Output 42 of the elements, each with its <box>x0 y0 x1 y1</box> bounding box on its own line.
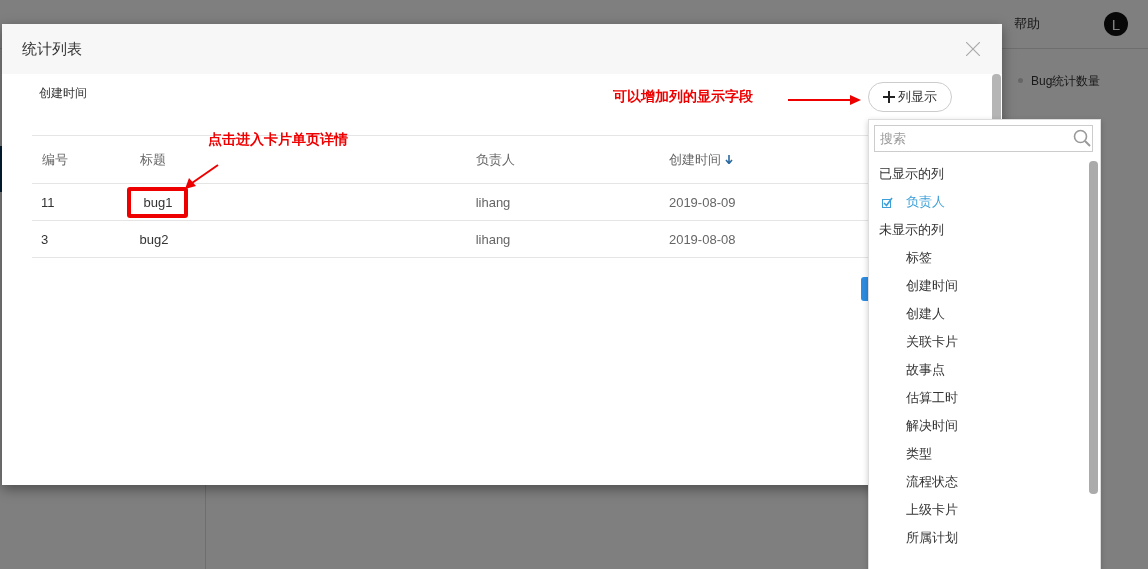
table-cell: lihang <box>475 231 511 247</box>
table-cell: 3 <box>41 231 49 247</box>
column-option[interactable]: 解决时间 <box>869 412 1100 440</box>
column-option[interactable]: 所属计划 <box>869 524 1100 552</box>
search-icon[interactable] <box>1073 129 1091 147</box>
table-cell: 2019-08-09 <box>668 194 736 210</box>
column-header[interactable]: 创建时间 <box>668 151 721 167</box>
column-option[interactable]: 上级卡片 <box>869 496 1100 524</box>
close-icon[interactable] <box>966 42 980 56</box>
user-avatar[interactable]: L <box>1104 12 1128 36</box>
column-option[interactable]: 创建时间 <box>869 272 1100 300</box>
checkbox-icon[interactable] <box>882 196 893 208</box>
table-cell: 2019-08-08 <box>668 231 736 247</box>
filter-label: 创建时间 <box>39 86 87 100</box>
table-cell: 11 <box>41 194 55 210</box>
help-link[interactable]: 帮助 <box>1014 15 1040 33</box>
highlighted-title-link[interactable]: bug1 <box>126 186 189 218</box>
table-cell: lihang <box>475 194 511 210</box>
column-option[interactable]: 估算工时 <box>869 384 1100 412</box>
column-header[interactable]: 编号 <box>42 151 68 167</box>
column-display-button[interactable]: 列显示 <box>868 82 952 112</box>
dialog-title: 统计列表 <box>22 39 82 59</box>
scrollbar[interactable] <box>1089 161 1098 494</box>
column-option[interactable]: 关联卡片 <box>869 328 1100 356</box>
group-heading: 未显示的列 <box>879 221 944 239</box>
title-link[interactable]: bug2 <box>139 231 169 247</box>
column-option[interactable]: 创建人 <box>869 300 1100 328</box>
search-field[interactable]: 搜索 <box>874 125 1093 152</box>
bullet-icon <box>1018 78 1023 83</box>
column-option[interactable]: 标签 <box>869 244 1100 272</box>
plus-icon <box>883 91 895 103</box>
panel-item[interactable]: Bug统计数量 <box>1031 73 1101 90</box>
column-header[interactable]: 标题 <box>139 151 166 167</box>
annotation-text: 点击进入卡片单页详情 <box>208 131 348 149</box>
annotation-arrow <box>184 163 220 190</box>
column-option[interactable]: 故事点 <box>869 356 1100 384</box>
annotation-text: 可以增加列的显示字段 <box>613 88 753 106</box>
group-heading: 已显示的列 <box>879 165 944 183</box>
sort-arrow-icon[interactable] <box>724 154 733 164</box>
column-option[interactable]: 流程状态 <box>869 468 1100 496</box>
column-header[interactable]: 负责人 <box>475 151 515 167</box>
column-option[interactable]: 类型 <box>869 440 1100 468</box>
